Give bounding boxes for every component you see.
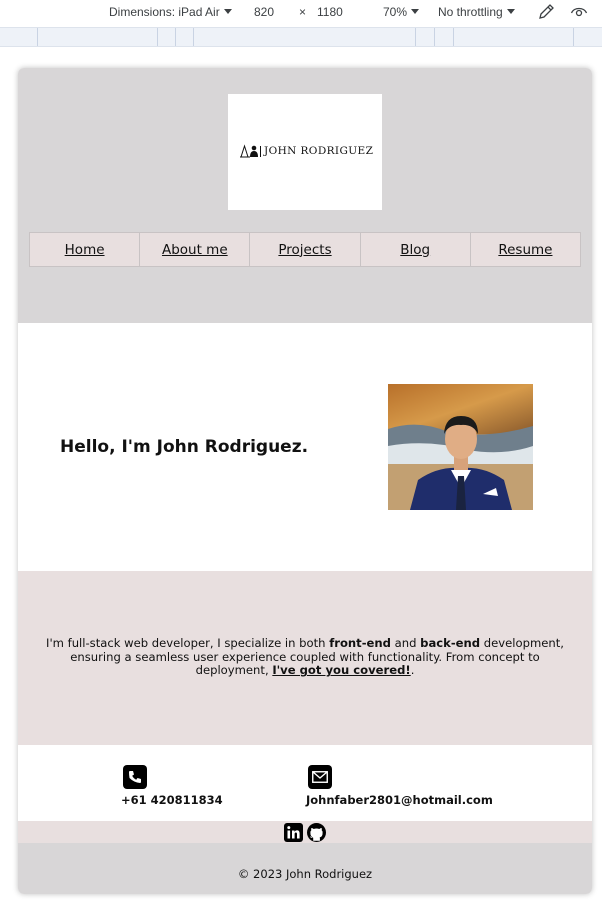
logo-mark-icon: [240, 144, 261, 158]
width-input[interactable]: 820: [254, 5, 274, 19]
social-links: [18, 821, 592, 843]
logo-text: JOHN RODRIGUEZ: [264, 145, 374, 157]
profile-photo: [388, 384, 533, 510]
covered-link[interactable]: I've got you covered!: [272, 663, 410, 678]
chevron-down-icon: [506, 9, 515, 14]
devtools-toolbar: Dimensions: iPad Air 820 × 1180 70% No t…: [0, 0, 602, 26]
github-icon[interactable]: [307, 822, 326, 842]
height-input[interactable]: 1180: [317, 5, 343, 19]
device-viewport: JOHN RODRIGUEZ Home About me Projects Bl…: [18, 68, 592, 894]
about-section: I'm full-stack web developer, I speciali…: [18, 571, 592, 745]
site-header: JOHN RODRIGUEZ Home About me Projects Bl…: [18, 68, 592, 323]
throttling-dropdown[interactable]: No throttling: [438, 5, 515, 19]
chevron-down-icon: [223, 9, 232, 14]
hero-title: Hello, I'm John Rodriguez.: [60, 437, 309, 457]
ruler-tick: [37, 28, 38, 46]
ruler-tick: [453, 28, 454, 46]
phone-number: +61 420811834: [121, 793, 223, 807]
chevron-down-icon: [411, 9, 420, 14]
linkedin-icon[interactable]: [284, 822, 303, 842]
contact-phone[interactable]: +61 420811834: [121, 765, 223, 807]
ruler-tick: [573, 28, 574, 46]
main-nav: Home About me Projects Blog Resume: [29, 232, 581, 267]
dimensions-dropdown[interactable]: Dimensions: iPad Air: [109, 5, 232, 19]
site-footer: © 2023 John Rodriguez: [18, 843, 592, 894]
contact-section: +61 420811834 Johnfaber2801@hotmail.com: [18, 745, 592, 821]
nav-home[interactable]: Home: [30, 233, 141, 266]
ruler-tick: [193, 28, 194, 46]
copyright-text: © 2023 John Rodriguez: [237, 867, 373, 881]
logo[interactable]: JOHN RODRIGUEZ: [228, 94, 382, 210]
ruler-tick: [434, 28, 435, 46]
nav-about-me[interactable]: About me: [140, 233, 251, 266]
ruler-tick: [157, 28, 158, 46]
about-text: I'm full-stack web developer, I speciali…: [46, 636, 564, 678]
logo-inner: JOHN RODRIGUEZ: [240, 144, 373, 158]
ruler-tick: [415, 28, 416, 46]
times-separator: ×: [299, 5, 307, 19]
eye-icon[interactable]: [570, 3, 588, 24]
nav-blog[interactable]: Blog: [361, 233, 471, 266]
ruler-tick: [175, 28, 176, 46]
contact-email[interactable]: Johnfaber2801@hotmail.com: [306, 765, 493, 807]
hero-section: Hello, I'm John Rodriguez.: [18, 323, 592, 571]
nav-projects[interactable]: Projects: [250, 233, 361, 266]
media-query-ruler[interactable]: [0, 27, 602, 47]
phone-icon: [123, 765, 147, 789]
zoom-dropdown[interactable]: 70%: [383, 5, 420, 19]
mail-icon: [308, 765, 332, 789]
eyedropper-icon[interactable]: [537, 3, 555, 24]
email-address: Johnfaber2801@hotmail.com: [306, 793, 493, 807]
nav-resume[interactable]: Resume: [471, 233, 580, 266]
